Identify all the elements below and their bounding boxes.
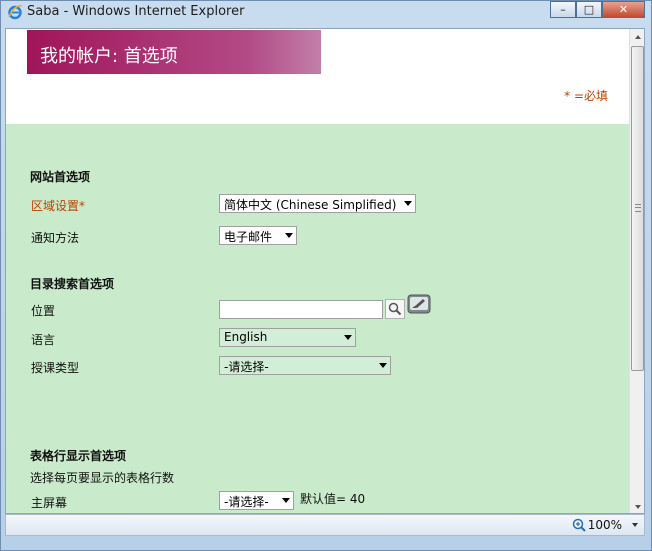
chevron-down-icon[interactable] xyxy=(632,523,638,527)
ie-icon xyxy=(8,5,23,20)
window-controls: – □ ✕ xyxy=(550,1,645,19)
locale-label: 区域设置* xyxy=(31,199,86,213)
page-title: 我的帐户: 首选项 xyxy=(40,46,178,67)
language-select[interactable]: English xyxy=(219,328,356,347)
delivery-label: 授课类型 xyxy=(31,361,80,375)
chevron-down-icon xyxy=(379,363,387,368)
home-screen-label: 主屏幕 xyxy=(31,496,68,510)
zoom-control[interactable]: 100% xyxy=(572,518,622,532)
notify-label: 通知方法 xyxy=(31,231,80,245)
eraser-icon[interactable] xyxy=(407,294,431,314)
catalog-prefs-heading: 目录搜索首选项 xyxy=(30,277,115,291)
delivery-type-select[interactable]: -请选择- xyxy=(219,356,391,375)
vertical-scrollbar[interactable] xyxy=(629,29,644,513)
scroll-down-button[interactable] xyxy=(630,499,644,513)
title-bar: Saba - Windows Internet Explorer – □ ✕ xyxy=(1,1,651,23)
language-select-value: English xyxy=(224,330,268,344)
location-label: 位置 xyxy=(31,304,56,318)
close-button[interactable]: ✕ xyxy=(602,1,645,18)
home-default-text: 默认值= 40 xyxy=(300,492,366,506)
scroll-thumb[interactable] xyxy=(631,46,644,371)
chevron-up-icon xyxy=(634,35,641,39)
zoom-icon xyxy=(572,518,586,532)
page-header: 我的帐户: 首选项 xyxy=(27,30,321,74)
required-note: * =必填 xyxy=(564,89,608,103)
chevron-down-icon xyxy=(344,335,352,340)
browser-window: Saba - Windows Internet Explorer – □ ✕ 我… xyxy=(0,0,652,551)
notify-select[interactable]: 电子邮件 xyxy=(219,226,297,245)
home-select-value: -请选择- xyxy=(224,495,269,509)
search-icon[interactable] xyxy=(385,299,405,319)
minimize-button[interactable]: – xyxy=(550,1,576,18)
chevron-down-icon xyxy=(404,201,412,206)
site-prefs-heading: 网站首选项 xyxy=(30,170,91,184)
locale-select[interactable]: 简体中文 (Chinese Simplified) xyxy=(219,194,416,213)
table-prefs-subtitle: 选择每页要显示的表格行数 xyxy=(30,471,175,485)
status-bar: 100% xyxy=(5,514,645,536)
delivery-select-value: -请选择- xyxy=(224,360,269,374)
language-label: 语言 xyxy=(31,333,56,347)
grip-icon xyxy=(635,204,641,212)
page-content: 我的帐户: 首选项 * =必填 网站首选项 区域设置* 简体中文 (Chines… xyxy=(5,28,645,514)
home-rows-select[interactable]: -请选择- xyxy=(219,491,294,510)
notify-select-value: 电子邮件 xyxy=(224,230,273,244)
chevron-down-icon xyxy=(285,233,293,238)
location-input[interactable] xyxy=(219,300,383,319)
maximize-button[interactable]: □ xyxy=(576,1,602,18)
chevron-down-icon xyxy=(634,505,641,509)
locale-select-value: 简体中文 (Chinese Simplified) xyxy=(224,198,397,212)
window-title: Saba - Windows Internet Explorer xyxy=(27,4,245,19)
zoom-level: 100% xyxy=(587,518,622,532)
scroll-up-button[interactable] xyxy=(630,29,644,45)
table-prefs-heading: 表格行显示首选项 xyxy=(30,449,127,463)
chevron-down-icon xyxy=(282,498,290,503)
